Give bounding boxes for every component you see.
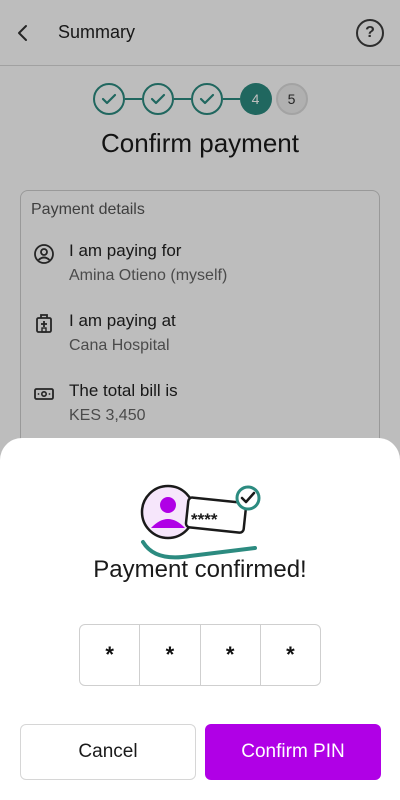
illustration-pin-text: **** — [191, 510, 218, 529]
pin-confirmation-sheet: **** Payment confirmed! * * * * Cancel C… — [0, 438, 400, 800]
pin-digit-4[interactable]: * — [261, 625, 320, 685]
pin-digit-3[interactable]: * — [201, 625, 261, 685]
pin-digit-1[interactable]: * — [80, 625, 141, 685]
confirm-pin-button[interactable]: Confirm PIN — [205, 724, 381, 780]
pin-digit-2[interactable]: * — [140, 625, 201, 685]
confirmation-message: Payment confirmed! — [93, 556, 307, 583]
pin-input[interactable]: * * * * — [79, 624, 321, 686]
cancel-button[interactable]: Cancel — [20, 724, 196, 780]
